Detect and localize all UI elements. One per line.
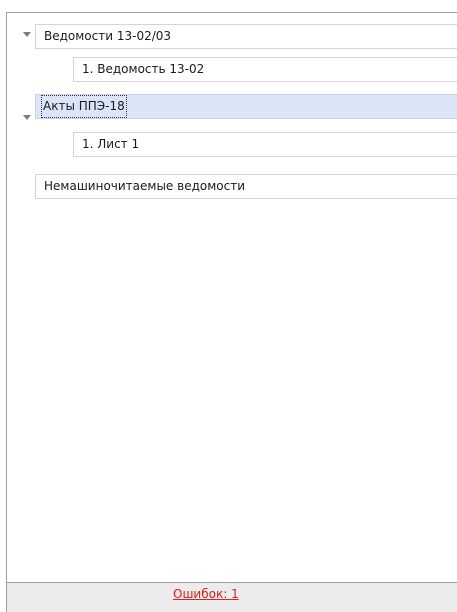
collapse-arrow-icon[interactable] [23, 115, 31, 120]
tree-group-vedomosti[interactable]: Ведомости 13-02/03 [35, 24, 457, 49]
tree-item-label: 1. Лист 1 [82, 137, 140, 151]
errors-count-link[interactable]: Ошибок: 1 [173, 583, 239, 605]
tree-group-nemashinochitaemye[interactable]: Немашиночитаемые ведомости [35, 174, 457, 199]
tree-item-vedomost[interactable]: 1. Ведомость 13-02 [73, 57, 457, 82]
tree-group-label: Ведомости 13-02/03 [44, 29, 172, 43]
document-tree[interactable]: Ведомости 13-02/03 1. Ведомость 13-02 Ак… [7, 13, 457, 582]
document-tree-panel: Ведомости 13-02/03 1. Ведомость 13-02 Ак… [6, 12, 457, 612]
collapse-arrow-icon[interactable] [23, 32, 31, 37]
tree-group-label: Немашиночитаемые ведомости [44, 179, 245, 193]
status-bar: Ошибок: 1 [7, 582, 457, 612]
tree-item-label: 1. Ведомость 13-02 [82, 62, 205, 76]
tree-group-label: Акты ППЭ-18 [41, 95, 127, 118]
tree-item-list[interactable]: 1. Лист 1 [73, 132, 457, 157]
tree-group-akty-ppe[interactable]: Акты ППЭ-18 [35, 94, 457, 119]
